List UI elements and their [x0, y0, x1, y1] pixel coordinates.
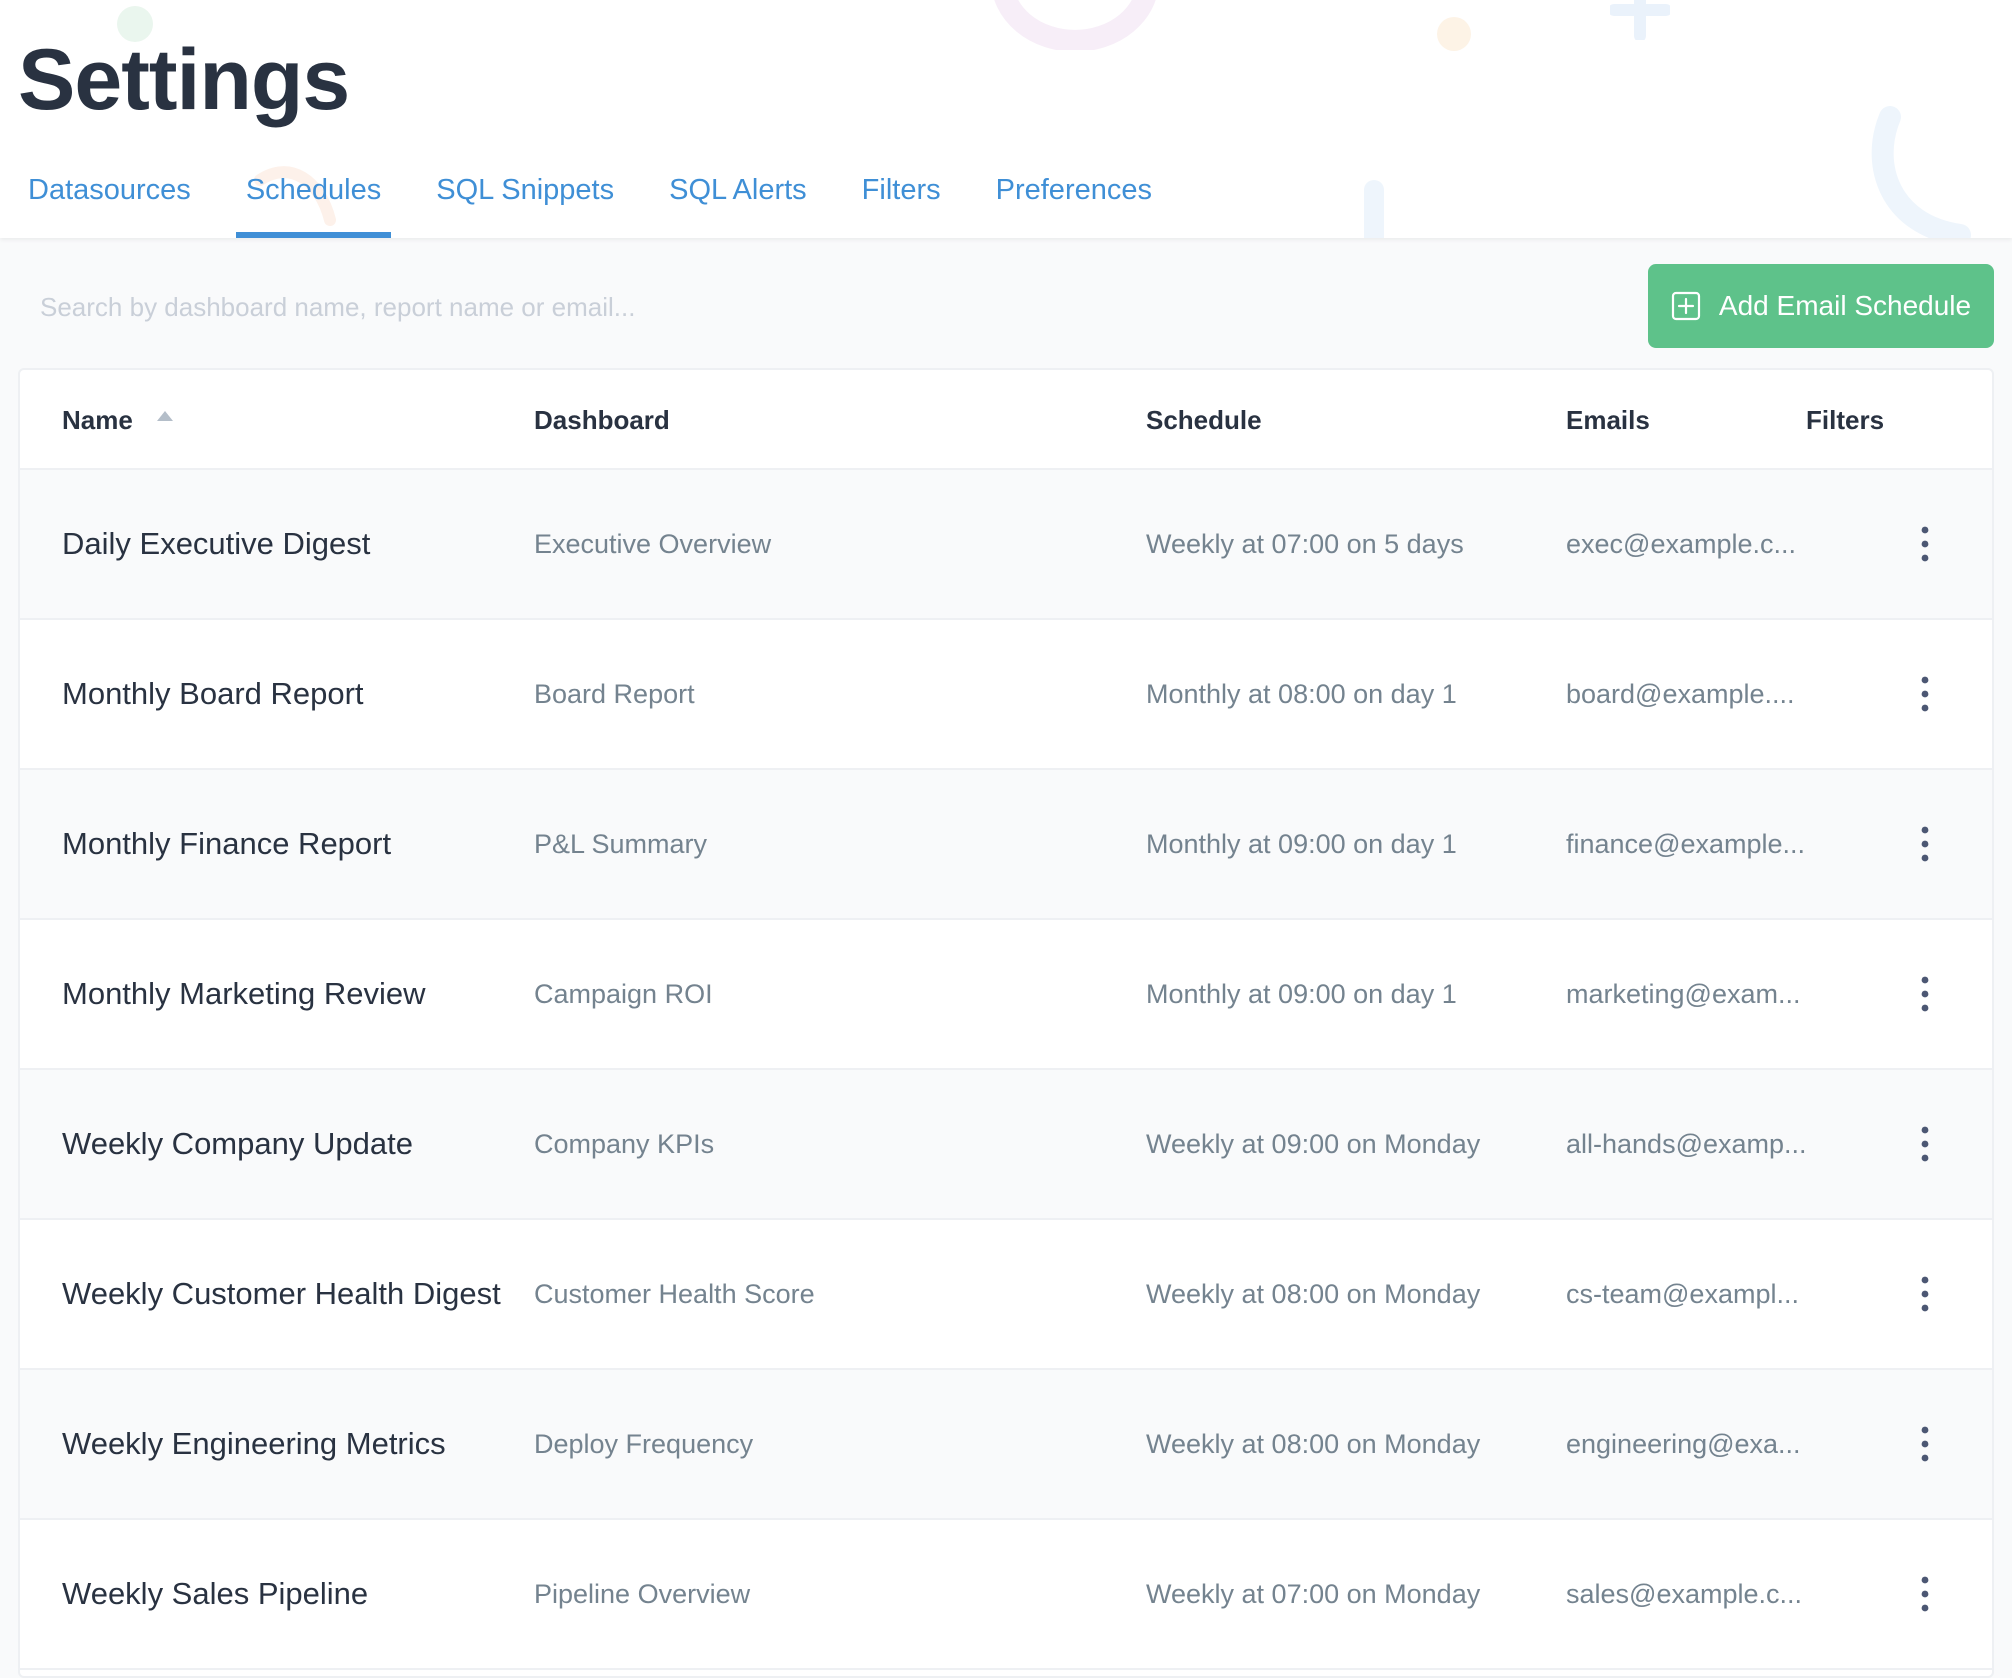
- emails-value: exec@example.c...: [1566, 529, 1797, 559]
- search-input[interactable]: [20, 272, 1220, 342]
- schedule-frequency: Monthly at 09:00 on day 1: [1146, 829, 1457, 859]
- row-menu-icon[interactable]: [1910, 822, 1940, 866]
- column-header-dashboard[interactable]: Dashboard: [534, 370, 670, 470]
- emails-value: engineering@exa...: [1566, 1429, 1801, 1459]
- row-menu-icon[interactable]: [1910, 1272, 1940, 1316]
- schedule-frequency: Weekly at 08:00 on Monday: [1146, 1279, 1481, 1309]
- table-row[interactable]: Weekly Sales Pipeline Pipeline Overview …: [20, 1520, 1992, 1670]
- schedule-frequency: Weekly at 07:00 on 5 days: [1146, 529, 1464, 559]
- decorative-arc-pink: [994, 0, 1156, 50]
- schedule-frequency: Weekly at 07:00 on Monday: [1146, 1579, 1481, 1609]
- dashboard-name: Executive Overview: [534, 529, 772, 559]
- schedule-name[interactable]: Weekly Company Update: [62, 1070, 413, 1218]
- emails-value: finance@example...: [1566, 829, 1806, 859]
- column-header-emails[interactable]: Emails: [1566, 370, 1650, 470]
- table-row[interactable]: Monthly Board Report Board Report Monthl…: [20, 620, 1992, 770]
- table-row[interactable]: Daily Executive Digest Executive Overvie…: [20, 470, 1992, 620]
- decorative-arc-blue: [1871, 106, 1971, 238]
- row-menu-icon[interactable]: [1910, 522, 1940, 566]
- column-header-name[interactable]: Name: [62, 370, 174, 470]
- emails-value: all-hands@examp...: [1566, 1129, 1807, 1159]
- add-email-schedule-button[interactable]: Add Email Schedule: [1648, 264, 1994, 348]
- decorative-plus-blue: [1610, 0, 1670, 40]
- page-title: Settings: [18, 32, 350, 128]
- row-menu-icon[interactable]: [1910, 672, 1940, 716]
- emails-value: sales@example.c...: [1566, 1579, 1802, 1609]
- dashboard-name: P&L Summary: [534, 829, 708, 859]
- emails-value: marketing@exam...: [1566, 979, 1801, 1009]
- schedule-name[interactable]: Monthly Finance Report: [62, 770, 391, 918]
- row-menu-icon[interactable]: [1910, 1422, 1940, 1466]
- schedule-name[interactable]: Monthly Marketing Review: [62, 920, 426, 1068]
- plus-square-icon: [1671, 291, 1701, 321]
- dashboard-name: Pipeline Overview: [534, 1579, 751, 1609]
- schedules-table: Name Dashboard Schedule Emails Filters D…: [18, 368, 1994, 1678]
- schedule-frequency: Monthly at 09:00 on day 1: [1146, 979, 1457, 1009]
- table-row[interactable]: Weekly Company Update Company KPIs Weekl…: [20, 1070, 1992, 1220]
- emails-value: cs-team@exampl...: [1566, 1279, 1799, 1309]
- page-header: Settings Datasources Schedules SQL Snipp…: [0, 0, 2012, 238]
- table-row[interactable]: Monthly Finance Report P&L Summary Month…: [20, 770, 1992, 920]
- emails-value: board@example....: [1566, 679, 1795, 709]
- decorative-bar-blue: [1364, 180, 1384, 238]
- schedule-name[interactable]: Weekly Engineering Metrics: [62, 1370, 446, 1518]
- column-header-schedule[interactable]: Schedule: [1146, 370, 1262, 470]
- table-row[interactable]: Weekly Engineering Metrics Deploy Freque…: [20, 1370, 1992, 1520]
- column-header-name-label: Name: [62, 405, 133, 435]
- column-header-filters[interactable]: Filters: [1806, 370, 1884, 470]
- schedule-frequency: Weekly at 08:00 on Monday: [1146, 1429, 1481, 1459]
- tab-filters[interactable]: Filters: [852, 160, 951, 238]
- table-header: Name Dashboard Schedule Emails Filters: [20, 370, 1992, 470]
- row-menu-icon[interactable]: [1910, 1122, 1940, 1166]
- dashboard-name: Deploy Frequency: [534, 1429, 754, 1459]
- dashboard-name: Board Report: [534, 679, 695, 709]
- schedule-name[interactable]: Monthly Board Report: [62, 620, 364, 768]
- tab-preferences[interactable]: Preferences: [986, 160, 1162, 238]
- schedule-name[interactable]: Weekly Customer Health Digest: [62, 1220, 501, 1368]
- table-row[interactable]: Weekly Customer Health Digest Customer H…: [20, 1220, 1992, 1370]
- schedule-name[interactable]: Weekly Sales Pipeline: [62, 1520, 368, 1668]
- settings-tabs: Datasources Schedules SQL Snippets SQL A…: [0, 160, 1197, 238]
- tab-schedules[interactable]: Schedules: [235, 160, 392, 238]
- dashboard-name: Company KPIs: [534, 1129, 715, 1159]
- dashboard-name: Campaign ROI: [534, 979, 713, 1009]
- add-email-schedule-label: Add Email Schedule: [1718, 290, 1972, 321]
- tab-datasources[interactable]: Datasources: [18, 160, 201, 238]
- table-row[interactable]: Monthly Marketing Review Campaign ROI Mo…: [20, 920, 1992, 1070]
- row-menu-icon[interactable]: [1910, 972, 1940, 1016]
- sort-ascending-icon: [157, 411, 174, 422]
- tab-sql-alerts[interactable]: SQL Alerts: [659, 160, 817, 238]
- schedule-frequency: Weekly at 09:00 on Monday: [1146, 1129, 1481, 1159]
- decorative-circle-orange: [1437, 17, 1471, 51]
- tab-sql-snippets[interactable]: SQL Snippets: [426, 160, 624, 238]
- row-menu-icon[interactable]: [1910, 1572, 1940, 1616]
- dashboard-name: Customer Health Score: [534, 1279, 815, 1309]
- schedule-name[interactable]: Daily Executive Digest: [62, 470, 370, 618]
- schedule-frequency: Monthly at 08:00 on day 1: [1146, 679, 1457, 709]
